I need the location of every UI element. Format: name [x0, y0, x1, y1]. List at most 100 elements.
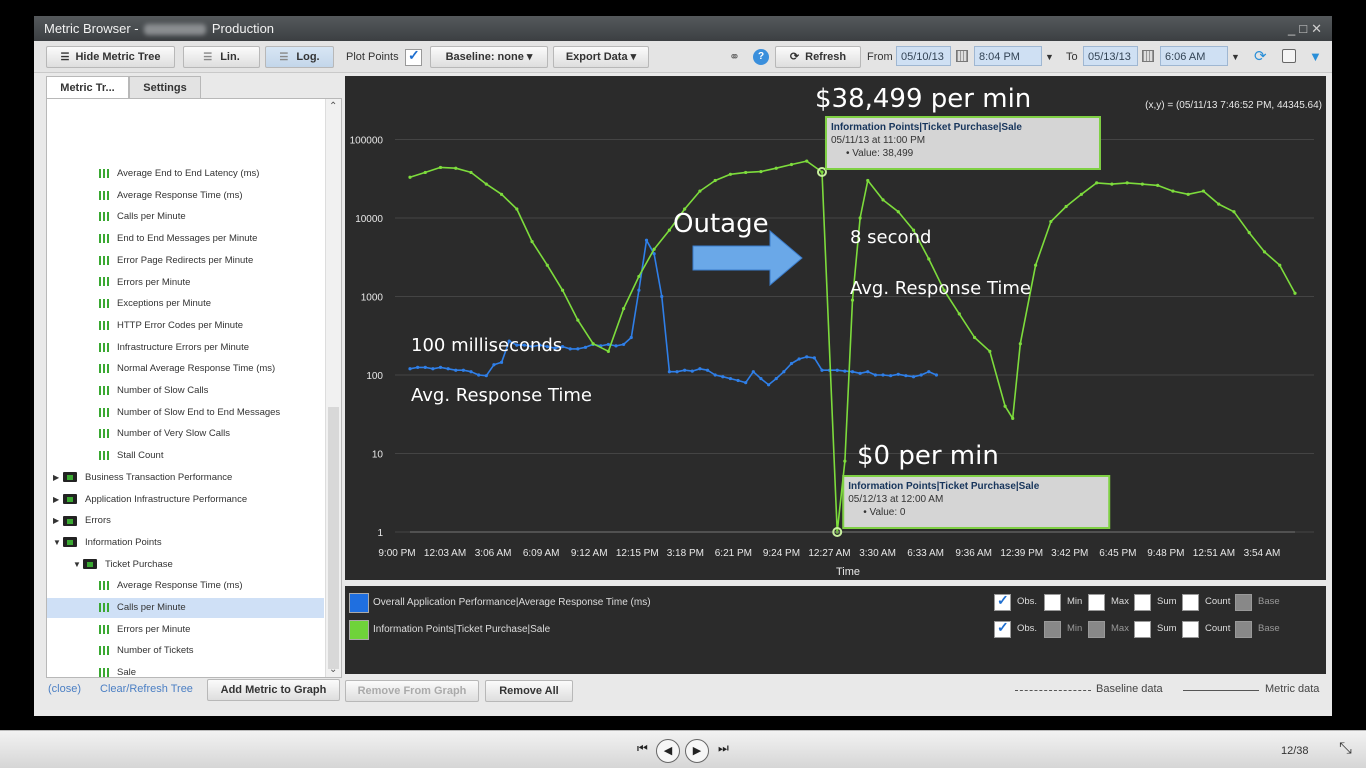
- tree-metric-item[interactable]: Average End to End Latency (ms): [99, 164, 259, 184]
- scroll-down-icon[interactable]: ⌄: [329, 664, 337, 675]
- previous-slide-button[interactable]: ◀: [656, 739, 680, 763]
- graph-footer: Remove From Graph Remove All Baseline da…: [345, 678, 1326, 704]
- series-option-checkbox[interactable]: [1044, 621, 1061, 638]
- to-time-field[interactable]: 6:06 AM: [1160, 46, 1228, 66]
- expand-right-icon[interactable]: ▶: [53, 511, 63, 531]
- hide-metric-tree-button[interactable]: ☰ Hide Metric Tree: [46, 46, 175, 68]
- series-option-checkbox[interactable]: [1088, 594, 1105, 611]
- series-option-checkbox[interactable]: [1134, 621, 1151, 638]
- tab-metric-tree[interactable]: Metric Tr...: [46, 76, 129, 99]
- expand-right-icon[interactable]: ▶: [53, 468, 63, 488]
- series-option-checkbox[interactable]: [1088, 621, 1105, 638]
- tree-metric-item[interactable]: Errors per Minute: [99, 620, 190, 640]
- clear-refresh-tree-link[interactable]: Clear/Refresh Tree: [100, 683, 193, 695]
- tree-metric-item[interactable]: Number of Slow End to End Messages: [99, 403, 280, 423]
- tree-folder[interactable]: ▼ Information Points: [53, 533, 162, 553]
- log-scale-button[interactable]: ☰ Log.: [265, 46, 334, 68]
- annotation-text: 8 second: [850, 227, 931, 248]
- from-label: From: [867, 51, 893, 63]
- tree-metric-item[interactable]: Number of Slow Calls: [99, 381, 208, 401]
- calendar-icon[interactable]: [956, 50, 968, 62]
- tree-metric-item[interactable]: Stall Count: [99, 446, 163, 466]
- tree-metric-item[interactable]: Number of Very Slow Calls: [99, 424, 230, 444]
- exit-fullscreen-icon[interactable]: ⤡: [1339, 740, 1352, 758]
- export-data-dropdown[interactable]: Export Data ▾: [553, 46, 649, 68]
- tree-metric-item[interactable]: End to End Messages per Minute: [99, 229, 257, 249]
- data-point: [606, 349, 610, 353]
- help-icon[interactable]: ?: [753, 49, 769, 65]
- series-color-swatch[interactable]: [349, 620, 369, 640]
- tree-folder[interactable]: ▶ Business Transaction Performance: [53, 468, 232, 488]
- tree-folder[interactable]: ▼ Ticket Purchase: [73, 555, 173, 575]
- calendar-icon[interactable]: [1142, 50, 1154, 62]
- from-date-field[interactable]: 05/10/13: [896, 46, 951, 66]
- to-date-field[interactable]: 05/13/13: [1083, 46, 1138, 66]
- tree-metric-item[interactable]: Average Response Time (ms): [99, 186, 243, 206]
- series-option-checkbox[interactable]: [1182, 621, 1199, 638]
- remove-all-button[interactable]: Remove All: [485, 680, 573, 702]
- tree-item-label: Errors per Minute: [117, 276, 191, 288]
- series-option-checkbox[interactable]: [1134, 594, 1151, 611]
- first-slide-icon[interactable]: ⏮: [637, 741, 648, 756]
- tree-scrollbar[interactable]: ⌃ ⌄: [325, 99, 341, 677]
- tree-metric-item[interactable]: Sale: [99, 663, 136, 677]
- series-option-checkbox[interactable]: [1235, 594, 1252, 611]
- last-slide-icon[interactable]: ⏭: [718, 741, 729, 756]
- tree-metric-item[interactable]: Normal Average Response Time (ms): [99, 359, 275, 379]
- data-point: [438, 165, 443, 170]
- tree-folder[interactable]: ▶ Application Infrastructure Performance: [53, 490, 247, 510]
- linear-scale-button[interactable]: ☰ Lin.: [183, 46, 260, 68]
- data-point: [454, 368, 458, 372]
- series-option-checkbox[interactable]: [994, 619, 1011, 638]
- to-time-dropdown-icon[interactable]: ▼: [1231, 46, 1240, 68]
- list-icon: ☰: [279, 52, 289, 63]
- expand-right-icon[interactable]: ▶: [53, 490, 63, 510]
- tree-metric-item[interactable]: HTTP Error Codes per Minute: [99, 316, 243, 336]
- scrollbar-thumb[interactable]: [328, 407, 339, 669]
- remove-from-graph-button[interactable]: Remove From Graph: [345, 680, 479, 702]
- scroll-up-icon[interactable]: ⌃: [329, 101, 337, 112]
- tree-metric-item[interactable]: Average Response Time (ms): [99, 576, 243, 596]
- tab-settings[interactable]: Settings: [129, 76, 201, 98]
- series-option-checkbox[interactable]: [1182, 594, 1199, 611]
- maximize-icon[interactable]: □: [1299, 21, 1311, 36]
- series-color-swatch[interactable]: [349, 593, 369, 613]
- tree-metric-item[interactable]: Number of Tickets: [99, 641, 194, 661]
- panel-icon[interactable]: [1282, 49, 1296, 63]
- series-legend: Overall Application Performance|Average …: [345, 586, 1326, 674]
- series-option-checkbox[interactable]: [1235, 621, 1252, 638]
- close-icon[interactable]: ✕: [1311, 21, 1326, 36]
- slide-counter: 12/38: [1281, 745, 1309, 757]
- tree-folder[interactable]: ▶ Errors: [53, 511, 111, 531]
- data-point: [614, 344, 618, 348]
- tree-metric-item[interactable]: Errors per Minute: [99, 273, 190, 293]
- minimize-icon[interactable]: _: [1288, 21, 1299, 36]
- from-time-dropdown-icon[interactable]: ▼: [1045, 46, 1054, 68]
- series-option-checkbox[interactable]: [1044, 594, 1061, 611]
- link-icon[interactable]: ⚭: [729, 49, 740, 65]
- metric-chart-icon: [99, 624, 109, 634]
- plot-points-checkbox[interactable]: [405, 47, 422, 66]
- funnel-icon[interactable]: ▼: [1309, 49, 1322, 65]
- close-link[interactable]: (close): [48, 683, 81, 695]
- tree-metric-item[interactable]: Infrastructure Errors per Minute: [99, 338, 249, 358]
- tree-metric-item[interactable]: Error Page Redirects per Minute: [99, 251, 253, 271]
- metric-graph[interactable]: 1 10 100 1000 10000 100000 9:00 PM 12:03 AM 3:06…: [345, 76, 1326, 580]
- from-time-field[interactable]: 8:04 PM: [974, 46, 1042, 66]
- refresh-button[interactable]: ⟳ Refresh: [775, 46, 861, 68]
- tree-metric-item[interactable]: Calls per Minute: [47, 598, 324, 618]
- expand-down-icon[interactable]: ▼: [73, 555, 83, 575]
- add-metric-to-graph-button[interactable]: Add Metric to Graph: [207, 679, 340, 701]
- y-tick-label: 10: [372, 449, 384, 460]
- sync-icon[interactable]: ⟳: [1254, 49, 1267, 65]
- next-slide-button[interactable]: ▶: [685, 739, 709, 763]
- baseline-dropdown[interactable]: Baseline: none ▾: [430, 46, 548, 68]
- series-option-checkbox[interactable]: [994, 592, 1011, 611]
- tree-metric-item[interactable]: Exceptions per Minute: [99, 294, 211, 314]
- data-point: [728, 172, 733, 176]
- tree-metric-item[interactable]: Calls per Minute: [99, 207, 186, 227]
- data-point: [591, 342, 595, 346]
- expand-down-icon[interactable]: ▼: [53, 533, 63, 553]
- tooltip-time: 05/12/13 at 12:00 AM: [848, 494, 943, 505]
- data-point: [1171, 189, 1175, 193]
